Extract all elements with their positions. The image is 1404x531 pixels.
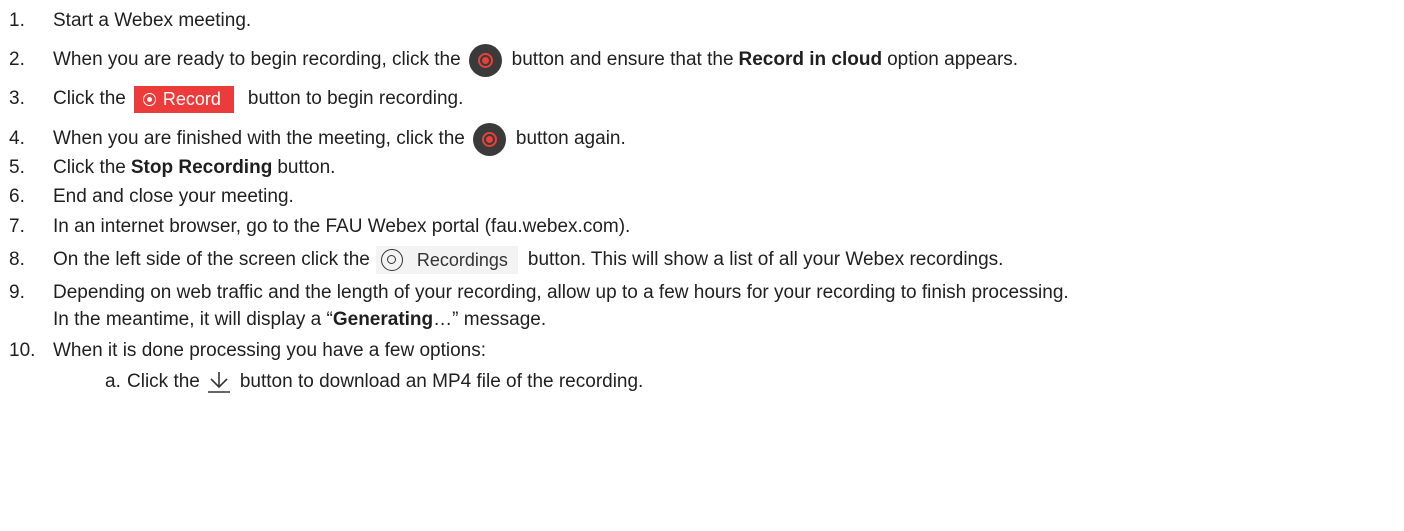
step-text: Click the: [53, 157, 126, 178]
step-text: …” message.: [433, 309, 547, 330]
record-circle-icon: [468, 43, 502, 77]
substep-letter: a.: [105, 371, 121, 392]
step-number: 8.: [9, 249, 25, 270]
step-text: In the meantime, it will display a “: [53, 309, 333, 330]
step-number: 10.: [9, 340, 36, 361]
record-dot-icon: [142, 92, 156, 106]
step-text: button.: [277, 157, 336, 178]
step-number: 4.: [9, 128, 25, 149]
step-number: 9.: [9, 282, 25, 303]
step-text: In an internet browser, go to the FAU We…: [53, 216, 631, 237]
step-text: When you are finished with the meeting, …: [53, 128, 465, 149]
instructions-document: 1. Start a Webex meeting. 2. When you ar…: [0, 0, 1404, 531]
step-number: 3.: [9, 88, 25, 109]
step-text: Start a Webex meeting.: [53, 10, 252, 31]
step-text: Click the: [127, 371, 200, 392]
step-text: button to download an MP4 file of the re…: [239, 371, 644, 392]
step-number: 1.: [9, 10, 25, 31]
step-text: option appears.: [887, 49, 1019, 70]
step-text: When it is done processing you have a fe…: [53, 340, 487, 361]
record-circle-icon: [472, 122, 506, 156]
download-arrow-icon: [207, 372, 230, 393]
generating-label: Generating: [332, 309, 434, 330]
step-text: Depending on web traffic and the length …: [53, 282, 1069, 303]
record-button: Record: [133, 85, 234, 113]
step-text: button again.: [515, 128, 626, 149]
recordings-button: Recordings: [375, 246, 518, 274]
step-number: 5.: [9, 157, 25, 178]
step-text: button. This will show a list of all you…: [527, 249, 1004, 270]
step-text: Click the: [53, 88, 126, 109]
recordings-button-label: Recordings: [416, 249, 508, 270]
step-text: When you are ready to begin recording, c…: [53, 49, 461, 70]
recordings-icon: [380, 249, 403, 271]
step-number: 6.: [9, 186, 25, 207]
step-text: button and ensure that the: [511, 49, 734, 70]
step-text: button to begin recording.: [247, 88, 464, 109]
step-number: 7.: [9, 216, 25, 237]
stop-recording-label: Stop Recording: [130, 157, 273, 178]
record-button-label: Record: [162, 88, 221, 109]
record-in-cloud-label: Record in cloud: [738, 49, 883, 70]
step-text: On the left side of the screen click the: [53, 249, 370, 270]
step-number: 2.: [9, 49, 25, 70]
step-text: End and close your meeting.: [53, 186, 294, 207]
